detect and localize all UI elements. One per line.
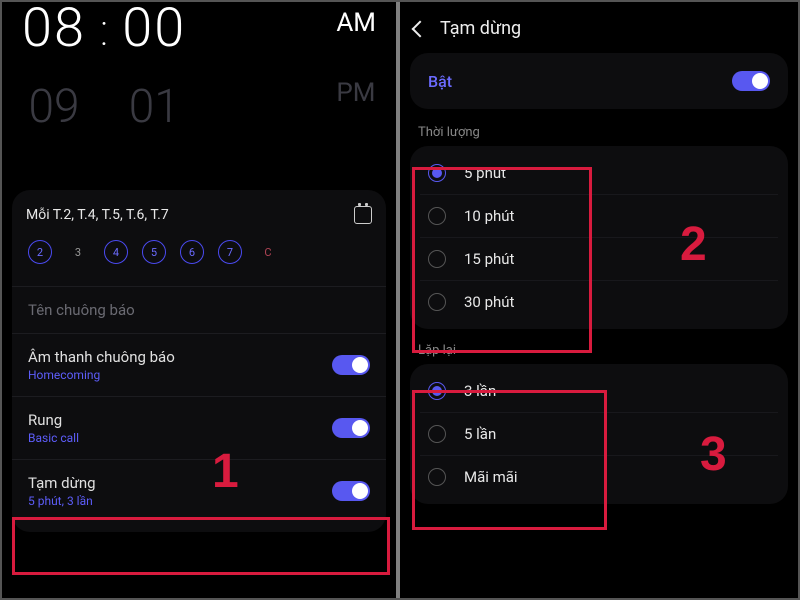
vibration-sub: Basic call bbox=[28, 431, 79, 445]
repeat-options: 3 lần 5 lần Mãi mãi bbox=[410, 364, 788, 504]
ampm-picker[interactable]: AM PM bbox=[336, 2, 376, 108]
radio-off-icon bbox=[428, 207, 446, 225]
alarm-sound-row[interactable]: Âm thanh chuông báo Homecoming bbox=[26, 334, 372, 396]
repeat-summary: Mỗi T.2, T.4, T.5, T.6, T.7 bbox=[26, 207, 169, 223]
snooze-row[interactable]: Tạm dừng 5 phút, 3 lần bbox=[26, 460, 372, 522]
day-7[interactable]: 7 bbox=[218, 240, 242, 264]
pm-label[interactable]: PM bbox=[336, 78, 375, 108]
radio-on-icon bbox=[428, 164, 446, 182]
page-title: Tạm dừng bbox=[440, 18, 521, 39]
duration-options: 5 phút 10 phút 15 phút 30 phút bbox=[410, 146, 788, 329]
day-5[interactable]: 5 bbox=[142, 240, 166, 264]
vibration-row[interactable]: Rung Basic call bbox=[26, 397, 372, 459]
am-label[interactable]: AM bbox=[336, 8, 376, 38]
alarm-edit-screen: 08 09 : 00 01 AM PM Mỗi T.2, T.4, T.5, T… bbox=[2, 2, 400, 598]
snooze-settings-screen: Tạm dừng Bật Thời lượng 5 phút 10 phút 1… bbox=[400, 2, 798, 598]
nav-bar: Tạm dừng bbox=[400, 2, 798, 53]
day-selector: 2 3 4 5 6 7 C bbox=[26, 240, 372, 264]
radio-off-icon bbox=[428, 425, 446, 443]
duration-opt-10[interactable]: 10 phút bbox=[420, 195, 778, 238]
time-picker[interactable]: 08 09 : 00 01 AM PM bbox=[2, 2, 396, 130]
alarm-sound-sub: Homecoming bbox=[28, 368, 175, 382]
hour-selected[interactable]: 08 bbox=[22, 2, 86, 56]
snooze-label: Tạm dừng bbox=[28, 474, 96, 492]
minute-next[interactable]: 01 bbox=[122, 84, 186, 130]
duration-opt-30[interactable]: 30 phút bbox=[420, 281, 778, 323]
radio-off-icon bbox=[428, 250, 446, 268]
alarm-name-input[interactable]: Tên chuông báo bbox=[26, 287, 372, 333]
enable-toggle[interactable] bbox=[732, 71, 770, 91]
vibration-label: Rung bbox=[28, 411, 79, 429]
enable-card[interactable]: Bật bbox=[410, 53, 788, 109]
repeat-title: Lặp lại bbox=[400, 343, 798, 364]
alarm-sound-toggle[interactable] bbox=[332, 355, 370, 375]
day-6[interactable]: 6 bbox=[180, 240, 204, 264]
repeat-opt-forever[interactable]: Mãi mãi bbox=[420, 456, 778, 498]
day-sun[interactable]: C bbox=[256, 240, 280, 264]
duration-opt-5[interactable]: 5 phút bbox=[420, 152, 778, 195]
radio-on-icon bbox=[428, 382, 446, 400]
back-icon[interactable] bbox=[412, 20, 429, 37]
radio-off-icon bbox=[428, 293, 446, 311]
duration-title: Thời lượng bbox=[400, 125, 798, 146]
alarm-settings-card: Mỗi T.2, T.4, T.5, T.6, T.7 2 3 4 5 6 7 … bbox=[12, 190, 386, 532]
minute-selected[interactable]: 00 bbox=[122, 2, 186, 56]
hour-next[interactable]: 09 bbox=[22, 84, 86, 130]
day-2[interactable]: 2 bbox=[28, 240, 52, 264]
repeat-opt-5[interactable]: 5 lần bbox=[420, 413, 778, 456]
time-colon: : bbox=[100, 2, 108, 56]
radio-off-icon bbox=[428, 468, 446, 486]
day-4[interactable]: 4 bbox=[104, 240, 128, 264]
snooze-toggle[interactable] bbox=[332, 481, 370, 501]
calendar-icon[interactable] bbox=[354, 206, 372, 224]
vibration-toggle[interactable] bbox=[332, 418, 370, 438]
snooze-sub: 5 phút, 3 lần bbox=[28, 494, 96, 508]
day-3[interactable]: 3 bbox=[66, 240, 90, 264]
enable-label: Bật bbox=[428, 72, 452, 91]
duration-opt-15[interactable]: 15 phút bbox=[420, 238, 778, 281]
alarm-sound-label: Âm thanh chuông báo bbox=[28, 348, 175, 366]
repeat-opt-3[interactable]: 3 lần bbox=[420, 370, 778, 413]
